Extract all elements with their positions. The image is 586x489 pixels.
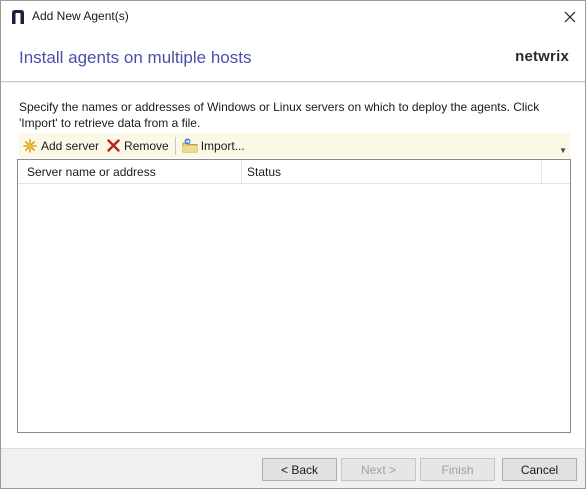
next-button[interactable]: Next > xyxy=(341,458,416,481)
netwrix-app-icon xyxy=(12,10,24,24)
close-button[interactable] xyxy=(555,1,585,32)
dialog-window: Add New Agent(s) Install agents on multi… xyxy=(0,0,586,489)
back-button[interactable]: < Back xyxy=(262,458,337,481)
finish-button[interactable]: Finish xyxy=(420,458,495,481)
remove-button[interactable]: Remove xyxy=(102,134,172,157)
server-toolbar: Add server Remove Import... ▼ xyxy=(19,133,570,158)
import-folder-icon xyxy=(182,138,198,154)
column-status[interactable]: Status xyxy=(242,160,542,184)
sparkle-add-icon xyxy=(22,138,38,154)
close-icon xyxy=(564,11,576,22)
netwrix-logo: netwrix xyxy=(515,48,569,65)
column-server-name[interactable]: Server name or address xyxy=(18,160,242,184)
remove-label: Remove xyxy=(124,138,169,153)
wizard-body: Specify the names or addresses of Window… xyxy=(1,83,585,448)
cancel-button[interactable]: Cancel xyxy=(502,458,577,481)
add-server-label: Add server xyxy=(41,138,100,153)
server-list-grid[interactable]: Server name or address Status xyxy=(17,159,571,433)
import-button[interactable]: Import... xyxy=(179,134,248,157)
add-server-button[interactable]: Add server xyxy=(19,134,102,157)
wizard-footer: < Back Next > Finish Cancel xyxy=(1,448,585,488)
wizard-header: Install agents on multiple hosts netwrix xyxy=(1,32,585,82)
column-filler xyxy=(542,160,570,184)
grid-header: Server name or address Status xyxy=(18,160,570,184)
toolbar-overflow-icon[interactable]: ▼ xyxy=(559,146,567,155)
window-title: Add New Agent(s) xyxy=(32,9,129,23)
remove-x-icon xyxy=(105,138,121,154)
toolbar-separator xyxy=(174,136,176,155)
import-label: Import... xyxy=(200,138,245,153)
page-title: Install agents on multiple hosts xyxy=(19,48,252,67)
instructions-text: Specify the names or addresses of Window… xyxy=(19,100,540,130)
title-bar: Add New Agent(s) xyxy=(1,1,585,32)
